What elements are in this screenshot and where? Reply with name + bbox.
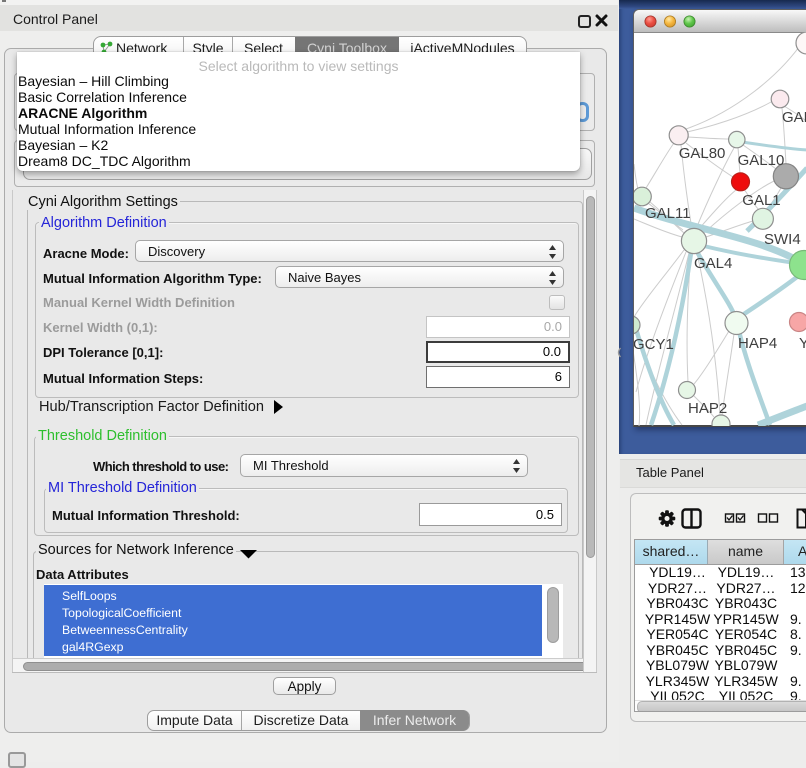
- svg-text:Y: Y: [799, 335, 806, 352]
- svg-text:GAL1: GAL1: [742, 192, 780, 209]
- svg-text:GAL11: GAL11: [645, 205, 691, 222]
- svg-text:GAL7: GAL7: [782, 109, 806, 126]
- svg-text:HAP4: HAP4: [738, 335, 777, 352]
- svg-text:HAP2: HAP2: [688, 400, 727, 417]
- svg-text:SWI4: SWI4: [764, 231, 801, 248]
- svg-text:GAL4: GAL4: [694, 255, 732, 272]
- svg-text:GAL80: GAL80: [679, 145, 726, 162]
- svg-text:GCY1: GCY1: [634, 336, 674, 353]
- svg-text:GAL10: GAL10: [738, 152, 785, 169]
